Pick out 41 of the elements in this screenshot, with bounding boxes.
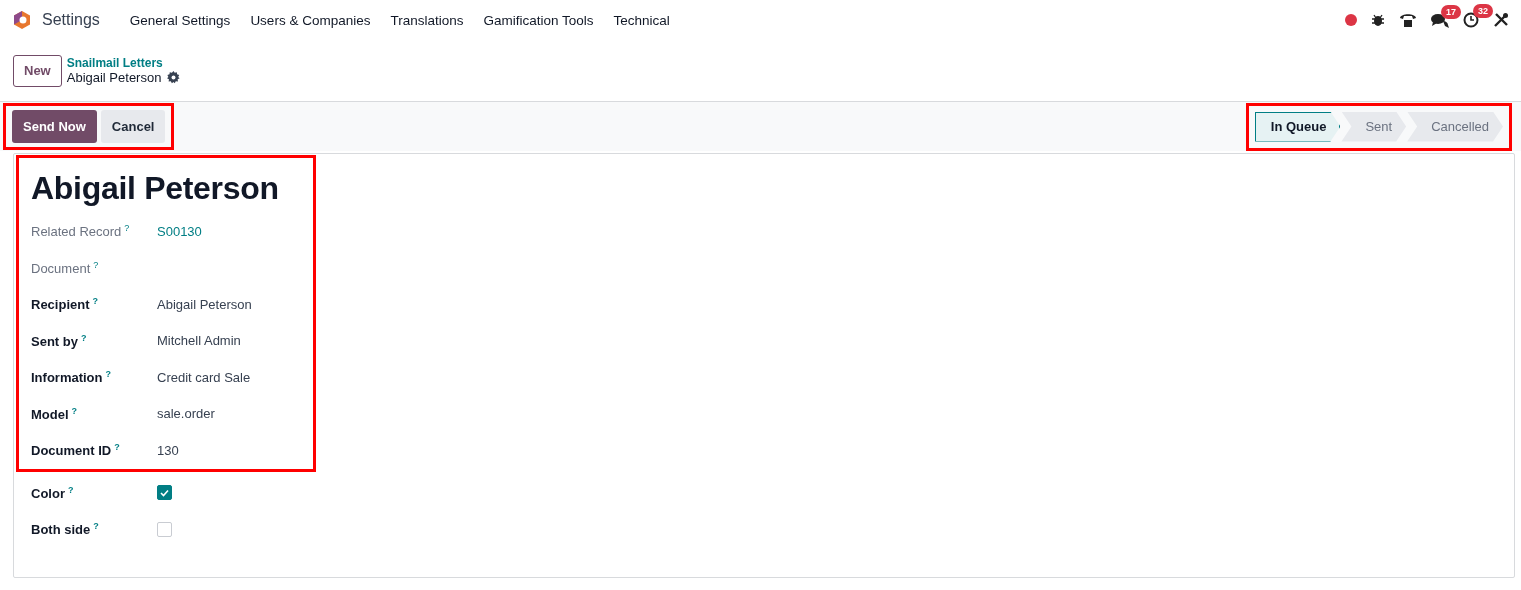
field-value: Credit card Sale (157, 369, 251, 385)
record-icon[interactable] (1345, 14, 1357, 26)
menu-item[interactable]: Users & Companies (240, 12, 381, 28)
field-label: Model $^{?}$ (31, 405, 79, 422)
field-label: Color $^{?}$ (31, 484, 75, 501)
field-value: 130 (157, 442, 179, 458)
field-value: sale.order (157, 406, 215, 422)
check-icon (160, 488, 169, 497)
record-name: Abigail Peterson (66, 70, 162, 85)
settings-icon[interactable] (167, 71, 181, 84)
field-value: Mitchell Admin (157, 333, 241, 349)
app-logo-icon[interactable] (12, 10, 32, 30)
menu-item[interactable]: Gamification Tools (473, 12, 604, 28)
count-badge: 17 (1441, 4, 1461, 19)
breadcrumb-link[interactable]: Snailmail Letters (66, 56, 181, 70)
field-label: Sent by $^{?}$ (31, 332, 88, 349)
status-stage[interactable]: Sent (1341, 111, 1407, 142)
app-name[interactable]: Settings (42, 11, 100, 29)
field-value: Abigail Peterson (157, 296, 252, 312)
field-label: Document $^{?}$ (31, 259, 100, 276)
status-stage[interactable]: In Queue (1254, 111, 1341, 142)
menu-item[interactable]: Technical (603, 12, 680, 28)
field-label: Information $^{?}$ (31, 369, 112, 386)
menu-item[interactable]: General Settings (119, 12, 241, 28)
phone-icon[interactable] (1399, 12, 1417, 28)
action-button[interactable]: Cancel (100, 110, 166, 143)
bug-icon[interactable] (1371, 13, 1385, 27)
field-label: Recipient $^{?}$ (31, 296, 99, 313)
count-badge: 32 (1473, 4, 1493, 18)
clock-icon[interactable] (1463, 12, 1479, 28)
status-stage[interactable]: Cancelled (1407, 111, 1503, 142)
field-label: Both side $^{?}$ (31, 521, 100, 538)
tools-icon[interactable] (1493, 12, 1509, 28)
related-record-link[interactable]: S00130 (157, 223, 202, 239)
field-label: Document ID $^{?}$ (31, 442, 121, 459)
checkbox[interactable] (157, 485, 172, 501)
field-label: Related Record $^{?}$ (31, 223, 131, 240)
record-title: Abigail Peterson (31, 170, 280, 207)
menu-item[interactable]: Translations (380, 12, 474, 28)
new-button[interactable]: New (13, 54, 62, 87)
action-button[interactable]: Send Now (12, 110, 97, 143)
